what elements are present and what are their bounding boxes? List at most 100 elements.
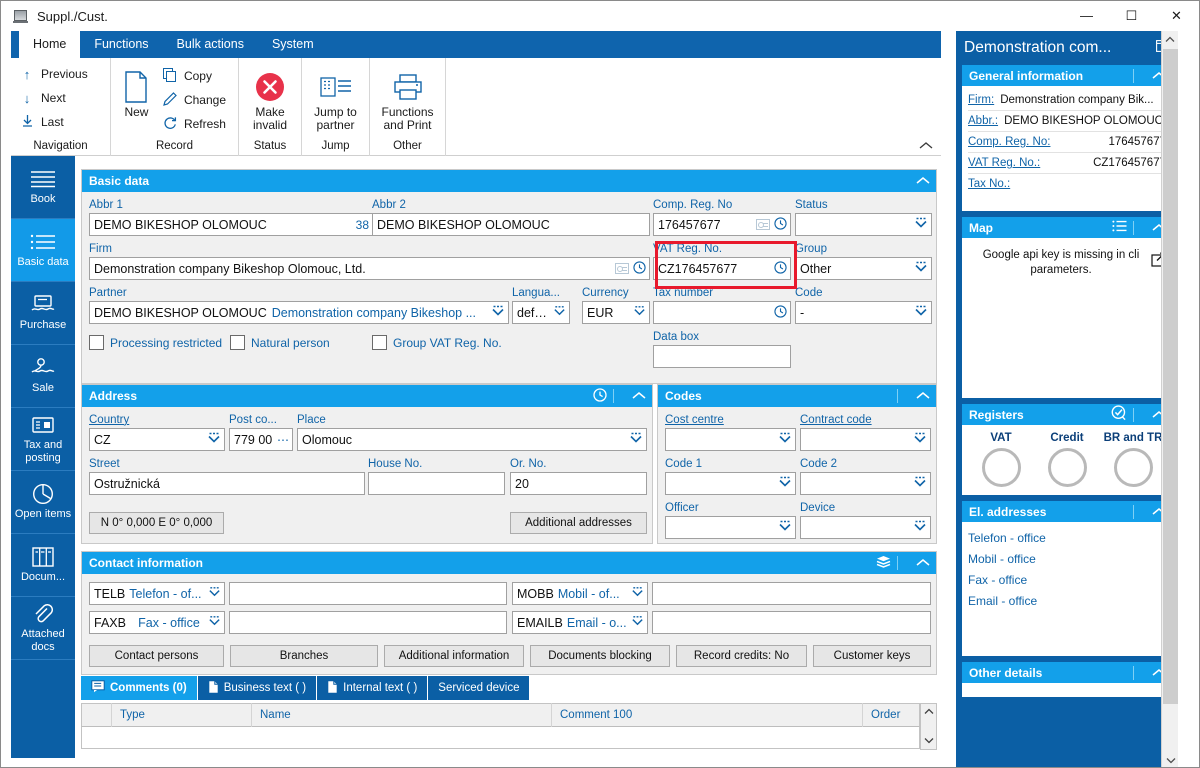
device-input[interactable] — [800, 516, 931, 539]
jump-to-partner-button[interactable]: Jump to partner — [306, 62, 365, 138]
ribbon-tab-bulk-actions[interactable]: Bulk actions — [163, 31, 258, 58]
contact-value-telb[interactable] — [229, 582, 507, 605]
sidebar-item-sale[interactable]: Sale — [11, 345, 75, 408]
group-vat-reg-no-checkbox[interactable] — [372, 335, 387, 350]
grid-col-order[interactable]: Order — [863, 703, 919, 727]
sidebar-item-open-items[interactable]: Open items — [11, 471, 75, 534]
grid-col-comment[interactable]: Comment 100 — [552, 703, 863, 727]
coordinates-button[interactable]: N 0° 0,000 E 0° 0,000 — [89, 512, 224, 534]
tab-comments[interactable]: Comments (0) — [81, 676, 198, 700]
group-input[interactable]: Other — [795, 257, 932, 280]
clock-icon[interactable] — [774, 304, 787, 321]
comp-reg-no-input[interactable]: 176457677 — [653, 213, 791, 236]
chevron-down-icon[interactable] — [914, 217, 928, 232]
officer-input[interactable] — [665, 516, 796, 539]
close-button[interactable]: ✕ — [1154, 1, 1199, 31]
ribbon-collapse-button[interactable] — [919, 139, 933, 153]
chevron-down-icon[interactable] — [208, 586, 221, 601]
contract-code-input[interactable] — [800, 428, 931, 451]
maximize-button[interactable]: ☐ — [1109, 1, 1154, 31]
chevron-down-icon[interactable] — [778, 432, 792, 447]
sidebar-scroll-thumb[interactable] — [1163, 49, 1178, 704]
tab-business-text[interactable]: Business text ( ) — [197, 676, 318, 700]
el-address-fax[interactable]: Fax - office — [968, 570, 1166, 591]
vat-reg-no-input[interactable]: CZ176457677 — [653, 257, 791, 280]
clock-icon[interactable] — [633, 260, 646, 277]
last-button[interactable]: Last — [15, 110, 96, 134]
copy-button[interactable]: Copy — [158, 64, 234, 88]
status-input[interactable] — [795, 213, 932, 236]
sidebar-item-book[interactable]: Book — [11, 156, 75, 219]
contact-type-mobb[interactable]: MOBB Mobil - of... — [512, 582, 648, 605]
chevron-down-icon[interactable] — [778, 520, 792, 535]
chevron-down-icon[interactable] — [913, 520, 927, 535]
contact-value-faxb[interactable] — [229, 611, 507, 634]
customer-keys-button[interactable]: Customer keys — [813, 645, 931, 667]
street-input[interactable]: Ostružnická — [89, 472, 365, 495]
chevron-down-icon[interactable] — [207, 432, 221, 447]
card-icon[interactable] — [756, 219, 770, 230]
contact-type-faxb[interactable]: FAXB Fax - office — [89, 611, 225, 634]
contact-persons-button[interactable]: Contact persons — [89, 645, 224, 667]
functions-and-print-button[interactable]: Functions and Print — [374, 62, 441, 138]
sidebar-item-attached-docs[interactable]: Attached docs — [11, 597, 75, 660]
language-input[interactable]: default — [512, 301, 570, 324]
grid-scrollbar[interactable] — [920, 703, 937, 750]
contact-value-emailb[interactable] — [652, 611, 931, 634]
scroll-up-icon[interactable] — [924, 704, 934, 717]
tab-internal-text[interactable]: Internal text ( ) — [317, 676, 429, 700]
place-input[interactable]: Olomouc — [297, 428, 647, 451]
el-address-mobil[interactable]: Mobil - office — [968, 549, 1166, 570]
grid-col-type[interactable]: Type — [112, 703, 252, 727]
sidebar-scrollbar[interactable] — [1161, 31, 1178, 767]
chevron-down-icon[interactable] — [913, 476, 927, 491]
natural-person-checkbox[interactable] — [230, 335, 245, 350]
register-credit[interactable]: Credit — [1034, 432, 1100, 487]
change-button[interactable]: Change — [158, 88, 234, 112]
chevron-down-icon[interactable] — [631, 615, 644, 630]
ribbon-tab-home[interactable]: Home — [19, 31, 81, 58]
additional-information-button[interactable]: Additional information — [384, 645, 524, 667]
clock-icon[interactable] — [774, 216, 787, 233]
chevron-down-icon[interactable] — [778, 476, 792, 491]
processing-restricted-checkbox-row[interactable]: Processing restricted — [89, 335, 222, 350]
contact-information-collapse-icon[interactable] — [910, 556, 936, 570]
firm-input[interactable]: Demonstration company Bikeshop Olomouc, … — [89, 257, 650, 280]
clock-icon[interactable] — [774, 260, 787, 277]
record-credits-button[interactable]: Record credits: No — [676, 645, 807, 667]
cost-centre-input[interactable] — [665, 428, 796, 451]
processing-restricted-checkbox[interactable] — [89, 335, 104, 350]
sidebar-item-documents[interactable]: Docum... — [11, 534, 75, 597]
register-vat[interactable]: VAT — [968, 432, 1034, 487]
check-circle-icon[interactable] — [1105, 405, 1133, 424]
tab-serviced-device[interactable]: Serviced device — [428, 676, 531, 700]
chevron-down-icon[interactable] — [208, 615, 221, 630]
code-input[interactable]: - — [795, 301, 932, 324]
stack-layers-icon[interactable] — [870, 555, 897, 572]
chevron-down-icon[interactable] — [491, 305, 505, 320]
chevron-down-icon[interactable] — [553, 305, 566, 320]
abbr1-input[interactable]: DEMO BIKESHOP OLOMOUC 38 — [89, 213, 375, 236]
sidebar-scroll-up-icon[interactable] — [1162, 31, 1178, 48]
country-input[interactable]: CZ — [89, 428, 225, 451]
previous-button[interactable]: ↑ Previous — [15, 62, 96, 86]
or-no-input[interactable]: 20 — [510, 472, 647, 495]
chevron-down-icon[interactable] — [914, 261, 928, 276]
natural-person-checkbox-row[interactable]: Natural person — [230, 335, 330, 350]
card-icon[interactable] — [615, 263, 629, 274]
additional-addresses-button[interactable]: Additional addresses — [510, 512, 647, 534]
chevron-down-icon[interactable] — [631, 586, 644, 601]
new-button[interactable]: New — [115, 62, 158, 138]
el-address-telefon[interactable]: Telefon - office — [968, 528, 1166, 549]
code-1-input[interactable] — [665, 472, 796, 495]
sidebar-scroll-down-icon[interactable] — [1162, 752, 1178, 767]
house-no-input[interactable] — [368, 472, 505, 495]
next-button[interactable]: ↓ Next — [15, 86, 96, 110]
refresh-button[interactable]: Refresh — [158, 112, 234, 136]
chevron-down-icon[interactable] — [629, 432, 643, 447]
contact-type-telb[interactable]: TELB Telefon - of... — [89, 582, 225, 605]
data-box-input[interactable] — [653, 345, 791, 368]
chevron-down-icon[interactable] — [633, 305, 646, 320]
contact-value-mobb[interactable] — [652, 582, 931, 605]
tax-number-input[interactable] — [653, 301, 791, 324]
